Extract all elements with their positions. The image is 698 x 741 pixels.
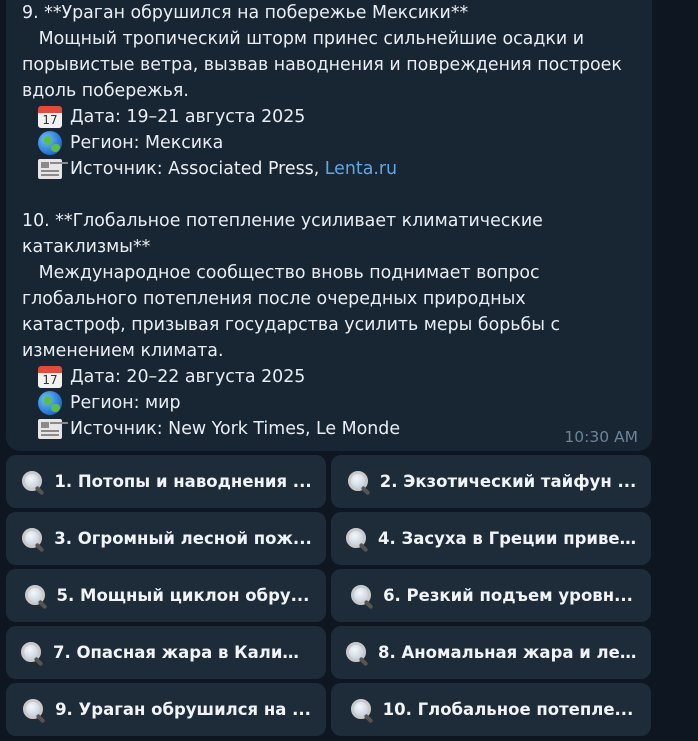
inline-button-label: 4. Засуха в Греции приве... [378, 529, 638, 548]
inline-button-label: 3. Огромный лесной пож... [54, 529, 312, 548]
source-link-lenta[interactable]: Lenta.ru [325, 156, 397, 182]
newspaper-icon [36, 156, 64, 182]
news-9-body-line: вдоль побережья. [22, 81, 189, 101]
inline-button-2[interactable]: 2. Экзотический тайфун ... [331, 455, 651, 508]
inline-button-5[interactable]: 5. Мощный циклон обру... [6, 569, 326, 622]
inline-button-1[interactable]: 1. Потопы и наводнения ... [6, 455, 326, 508]
news-10-body-line: изменением климата. [22, 341, 224, 361]
inline-button-4[interactable]: 4. Засуха в Греции приве... [331, 512, 651, 565]
magnifier-icon [344, 526, 370, 552]
inline-button-3[interactable]: 3. Огромный лесной пож... [6, 512, 326, 565]
inline-button-label: 10. Глобальное потепле... [382, 700, 634, 719]
news-10-region-text: Регион: мир [70, 393, 181, 413]
globe-icon [36, 130, 64, 156]
news-10-body-line: Международное сообщество вновь поднимает… [22, 263, 540, 283]
inline-button-label: 9. Ураган обрушился на ... [55, 700, 311, 719]
news-9-title: 9. **Ураган обрушился на побережье Мекси… [22, 3, 469, 23]
news-10-body-line: катастроф, призывая государства усилить … [22, 315, 561, 335]
magnifier-icon [19, 640, 45, 666]
magnifier-icon [346, 469, 372, 495]
message-bubble: 9. **Ураган обрушился на побережье Мекси… [6, 0, 652, 451]
news-9-source-text: Источник: Associated Press, [70, 159, 325, 179]
calendar-icon [36, 364, 64, 390]
inline-button-label: 2. Экзотический тайфун ... [379, 472, 637, 491]
inline-button-10[interactable]: 10. Глобальное потепле... [331, 683, 651, 736]
inline-button-label: 7. Опасная жара в Калиф... [53, 643, 313, 662]
news-10-source-text: Источник: New York Times, Le Monde [70, 419, 401, 439]
globe-icon [36, 390, 64, 416]
inline-button-6[interactable]: 6. Резкий подъем уровн... [331, 569, 651, 622]
news-10-date: Дата: 20–22 августа 2025 [22, 364, 652, 390]
magnifier-icon [344, 640, 370, 666]
news-10-region: Регион: мир [22, 390, 652, 416]
inline-button-label: 6. Резкий подъем уровн... [383, 586, 633, 605]
news-10-title: 10. **Глобальное потепление усиливает кл… [22, 211, 543, 231]
inline-button-label: 1. Потопы и наводнения ... [54, 472, 312, 491]
news-9-date: Дата: 19–21 августа 2025 [22, 104, 652, 130]
news-9-body-line: Мощный тропический шторм принес сильнейш… [22, 29, 584, 49]
newspaper-icon [36, 416, 64, 442]
news-10-source: Источник: New York Times, Le Monde [22, 416, 652, 442]
magnifier-icon [20, 526, 46, 552]
calendar-icon [36, 104, 64, 130]
news-10-body-line: глобального потепления после очередных п… [22, 289, 526, 309]
news-9-date-text: Дата: 19–21 августа 2025 [70, 107, 306, 127]
inline-button-8[interactable]: 8. Аномальная жара и ле... [331, 626, 651, 679]
inline-button-9[interactable]: 9. Ураган обрушился на ... [6, 683, 326, 736]
magnifier-icon [21, 697, 47, 723]
magnifier-icon [23, 583, 49, 609]
news-10-date-text: Дата: 20–22 августа 2025 [70, 367, 306, 387]
magnifier-icon [349, 583, 375, 609]
news-10-title-cont: катаклизмы** [22, 237, 151, 257]
inline-button-label: 8. Аномальная жара и ле... [378, 643, 638, 662]
message-timestamp: 10:30 AM [564, 428, 638, 446]
news-9-region: Регион: Мексика [22, 130, 652, 156]
news-9-body-line: порывистые ветра, вызвав наводнения и по… [22, 55, 622, 75]
magnifier-icon [20, 469, 46, 495]
inline-button-label: 5. Мощный циклон обру... [56, 586, 310, 605]
magnifier-icon [349, 697, 375, 723]
inline-button-7[interactable]: 7. Опасная жара в Калиф... [6, 626, 326, 679]
news-9-region-text: Регион: Мексика [70, 133, 224, 153]
news-9-source: Источник: Associated Press, Lenta.ru [22, 156, 652, 182]
